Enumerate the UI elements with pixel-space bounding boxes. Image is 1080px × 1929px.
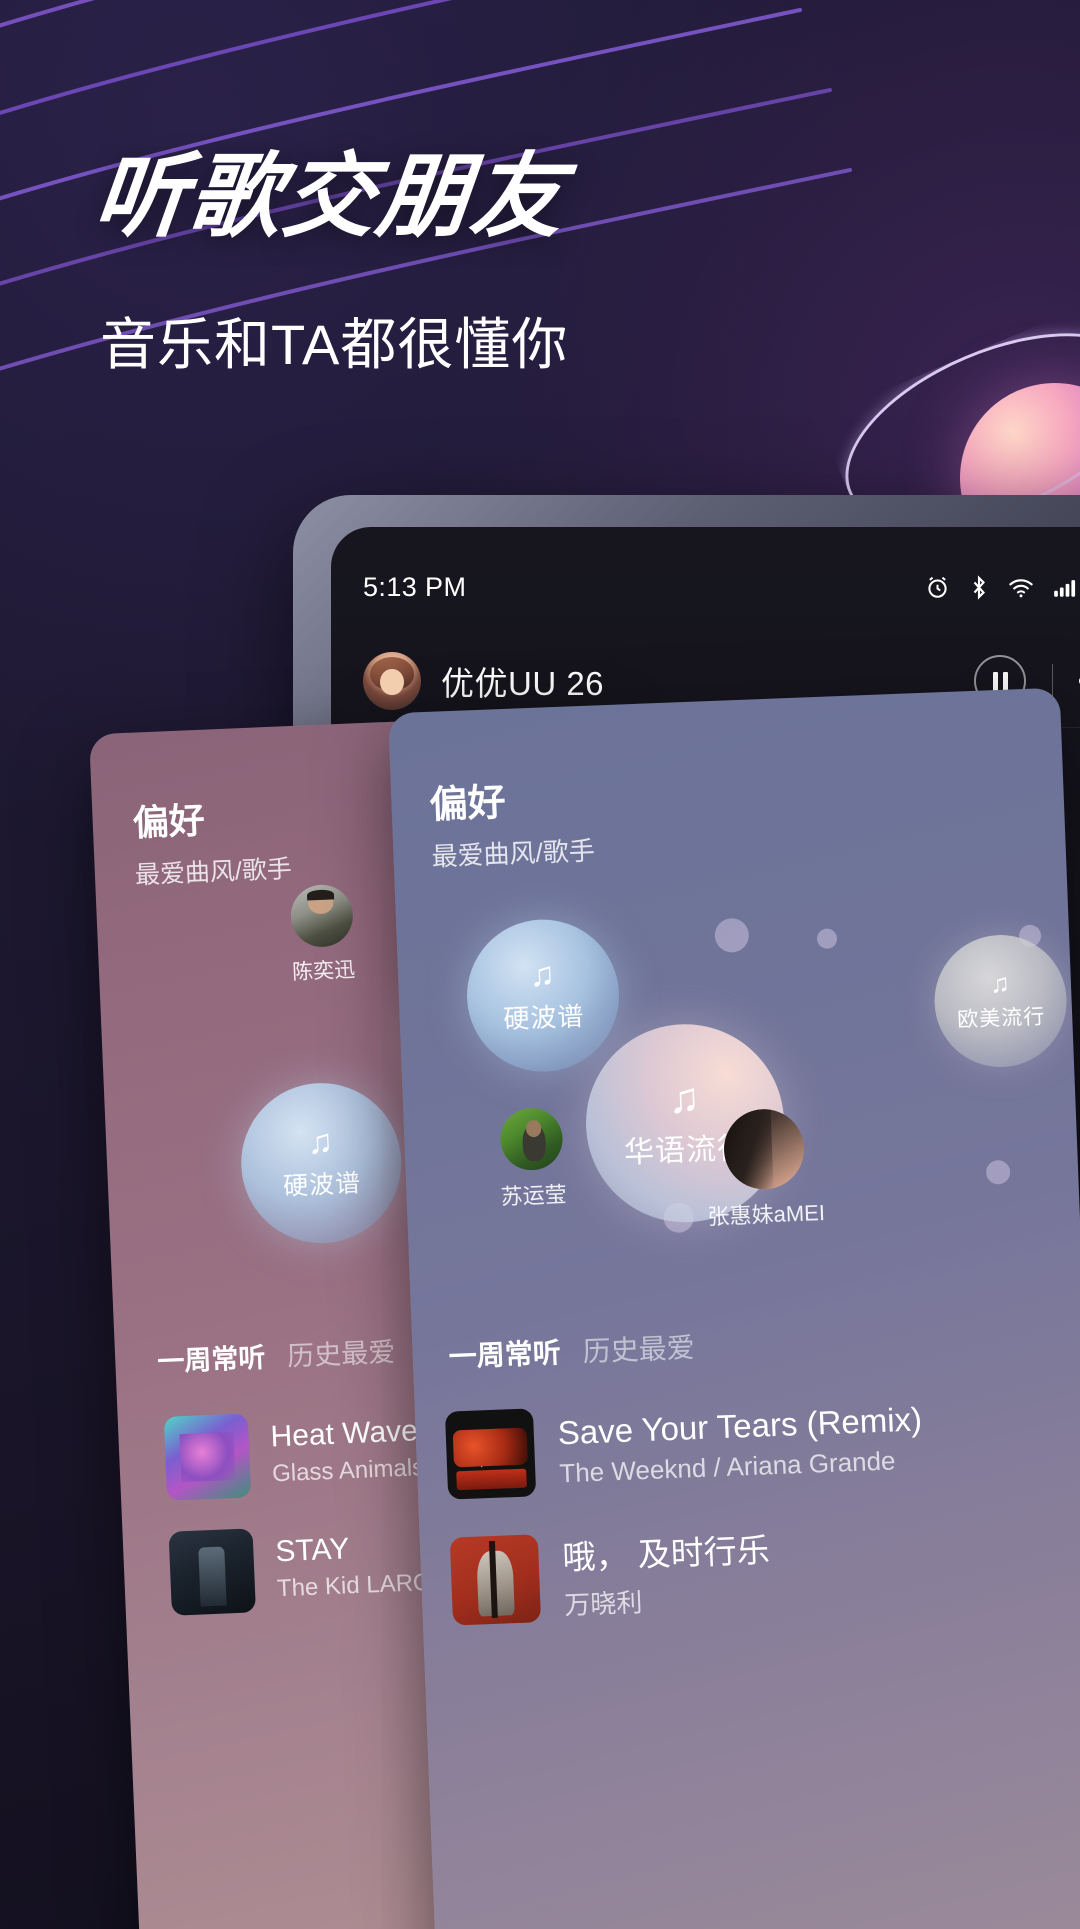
- artist-avatar: [289, 883, 354, 949]
- song-title: 哦， 及时行乐: [561, 1531, 771, 1577]
- genre-label: 硬波谱: [282, 1169, 362, 1201]
- deco-dot: [714, 917, 750, 953]
- tab-weekly[interactable]: 一周常听: [448, 1331, 561, 1375]
- song-artist: 万晓利: [563, 1587, 643, 1621]
- cellular-signal-icon: [1054, 579, 1076, 597]
- song-row[interactable]: STAY The Kid LAROI: [168, 1521, 440, 1616]
- profile-name: 优优UU 26: [441, 665, 605, 702]
- music-note-icon: ♫: [306, 1122, 334, 1162]
- preference-card-front[interactable]: 偏好 最爱曲风/歌手 ♫ 硬波谱 ♫ 华语流行 ♫ 欧美流行 苏运莹 张惠妹aM…: [388, 687, 1080, 1929]
- artist-chip[interactable]: 张惠妹aMEI: [704, 1107, 826, 1231]
- status-bar: 5:13 PM: [331, 565, 1080, 609]
- artist-avatar: [499, 1107, 564, 1172]
- card-front-title: 偏好: [428, 781, 507, 827]
- artist-avatar: [722, 1107, 806, 1191]
- tab-history[interactable]: 历史最爱: [582, 1326, 695, 1370]
- song-row[interactable]: Save Your Tears (Remix) The Weeknd / Ari…: [444, 1393, 924, 1500]
- deco-dot: [985, 1159, 1011, 1185]
- header-divider: [1052, 664, 1053, 698]
- genre-bubble-blue[interactable]: ♫ 硬波谱: [464, 916, 622, 1075]
- page-title: 听歌交朋友: [89, 146, 571, 248]
- song-row[interactable]: 哦， 及时行乐 万晓利: [449, 1523, 772, 1626]
- artist-chip[interactable]: 陈奕迅: [289, 883, 356, 987]
- tab-weekly[interactable]: 一周常听: [156, 1336, 266, 1379]
- card-front-tabs[interactable]: 一周常听 历史最爱: [448, 1326, 695, 1375]
- promo-background: 听歌交朋友 音乐和TA都很懂你 5:13 PM 优优UU 26 偏好 最爱曲风/…: [0, 0, 1080, 1929]
- music-note-icon: ♫: [528, 954, 556, 994]
- song-artist: The Kid LAROI: [276, 1568, 439, 1603]
- song-artist: Glass Animals: [271, 1454, 425, 1488]
- song-title: Heat Waves: [269, 1413, 434, 1454]
- play-icon[interactable]: [196, 1443, 218, 1471]
- deco-dot: [816, 928, 838, 950]
- album-cover: [168, 1528, 256, 1616]
- avatar: [363, 652, 421, 710]
- artist-name: 陈奕迅: [291, 958, 356, 985]
- song-title: STAY: [274, 1532, 350, 1569]
- artist-chip[interactable]: 苏运莹: [497, 1107, 567, 1211]
- wifi-icon: [1009, 578, 1033, 597]
- play-icon[interactable]: [484, 1566, 506, 1593]
- status-bar-time: 5:13 PM: [363, 571, 467, 602]
- genre-label: 硬波谱: [502, 1000, 585, 1034]
- play-icon[interactable]: [480, 1440, 502, 1468]
- genre-bubble-grey[interactable]: ♫ 欧美流行: [932, 932, 1070, 1070]
- song-row[interactable]: Heat Waves Glass Animals: [163, 1406, 436, 1501]
- music-note-icon: ♫: [667, 1073, 701, 1122]
- play-icon[interactable]: [201, 1558, 223, 1586]
- card-back-tabs[interactable]: 一周常听 历史最爱: [156, 1330, 396, 1379]
- music-note-icon: ♫: [989, 967, 1011, 999]
- card-front-subtitle: 最爱曲风/歌手: [431, 835, 596, 872]
- card-back-subtitle: 最爱曲风/歌手: [134, 855, 293, 890]
- song-artist: The Weeknd / Ariana Grande: [558, 1444, 896, 1488]
- bluetooth-icon: [973, 574, 985, 600]
- genre-label: 欧美流行: [956, 1005, 1046, 1032]
- album-cover: [163, 1413, 252, 1501]
- tab-history[interactable]: 历史最爱: [286, 1330, 396, 1373]
- card-back-title: 偏好: [131, 799, 206, 844]
- page-subtitle: 音乐和TA都很懂你: [100, 313, 569, 376]
- album-cover: [444, 1408, 537, 1500]
- song-title: Save Your Tears (Remix): [557, 1399, 923, 1451]
- album-cover: [449, 1533, 542, 1626]
- genre-bubble-blue[interactable]: ♫ 硬波谱: [237, 1079, 405, 1247]
- artist-name: 张惠妹aMEI: [707, 1199, 826, 1230]
- alarm-clock-icon: [928, 576, 947, 598]
- artist-name: 苏运莹: [500, 1181, 568, 1210]
